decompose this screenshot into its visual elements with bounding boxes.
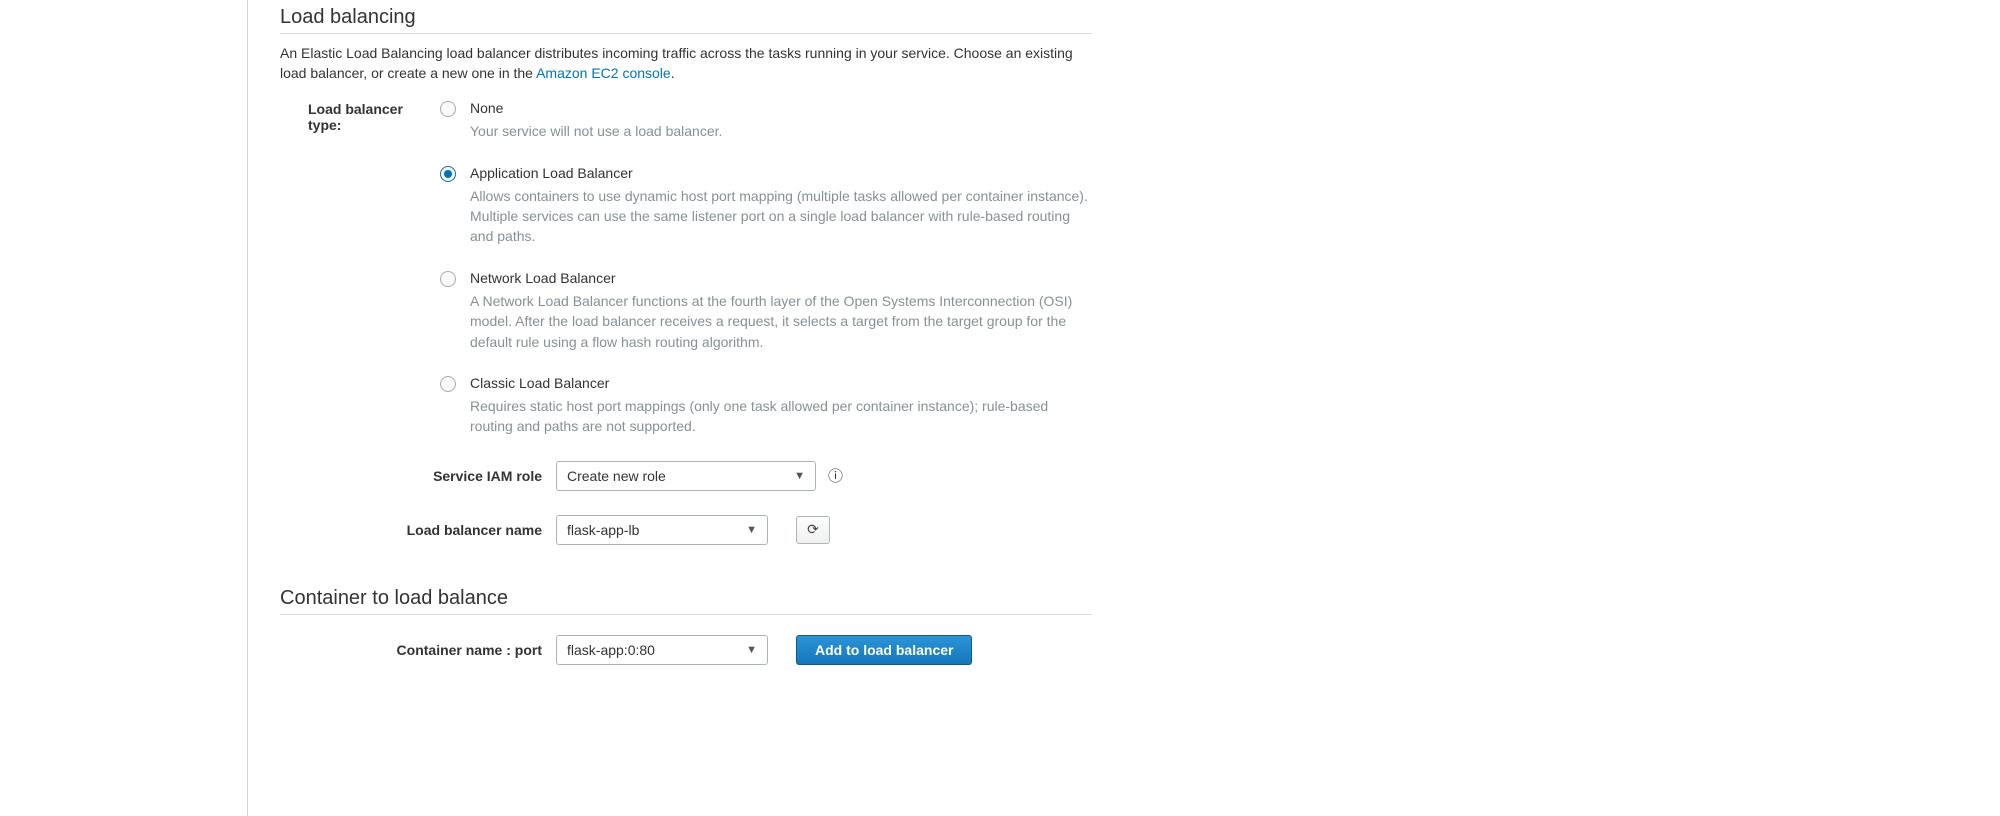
radio-alb-desc: Allows containers to use dynamic host po… [470,186,1092,247]
ec2-console-link[interactable]: Amazon EC2 console [536,65,671,81]
radio-clb[interactable] [440,376,456,392]
radio-none-desc: Your service will not use a load balance… [470,121,1092,141]
info-icon[interactable]: ⓘ [828,465,843,486]
load-balancer-type-label: Load balancer type: [280,99,440,133]
caret-down-icon: ▼ [746,644,757,656]
section-load-balancing-title: Load balancing [280,6,1092,34]
radio-nlb-title: Network Load Balancer [470,269,1092,287]
container-name-port-label: Container name : port [280,642,556,658]
radio-clb-desc: Requires static host port mappings (only… [470,396,1092,437]
section-load-balancing-desc: An Elastic Load Balancing load balancer … [280,44,1092,83]
radio-none-title: None [470,99,1092,117]
radio-alb[interactable] [440,166,456,182]
service-iam-role-label: Service IAM role [280,468,556,484]
section-container-title: Container to load balance [280,587,1092,615]
radio-none[interactable] [440,101,456,117]
desc-text-prefix: An Elastic Load Balancing load balancer … [280,45,1073,81]
service-iam-role-value: Create new role [567,468,666,484]
caret-down-icon: ▼ [746,524,757,536]
refresh-icon: ⟳ [807,521,819,538]
load-balancer-name-label: Load balancer name [280,522,556,538]
desc-text-suffix: . [671,65,675,81]
radio-clb-title: Classic Load Balancer [470,374,1092,392]
container-name-port-value: flask-app:0:80 [567,642,655,658]
service-iam-role-select[interactable]: Create new role ▼ [556,461,816,491]
radio-nlb[interactable] [440,271,456,287]
radio-nlb-desc: A Network Load Balancer functions at the… [470,291,1092,352]
refresh-button[interactable]: ⟳ [796,516,830,544]
load-balancer-name-value: flask-app-lb [567,522,639,538]
load-balancer-name-select[interactable]: flask-app-lb ▼ [556,515,768,545]
radio-alb-title: Application Load Balancer [470,164,1092,182]
add-to-load-balancer-button[interactable]: Add to load balancer [796,635,972,665]
caret-down-icon: ▼ [794,470,805,482]
container-name-port-select[interactable]: flask-app:0:80 ▼ [556,635,768,665]
left-divider [247,0,248,816]
